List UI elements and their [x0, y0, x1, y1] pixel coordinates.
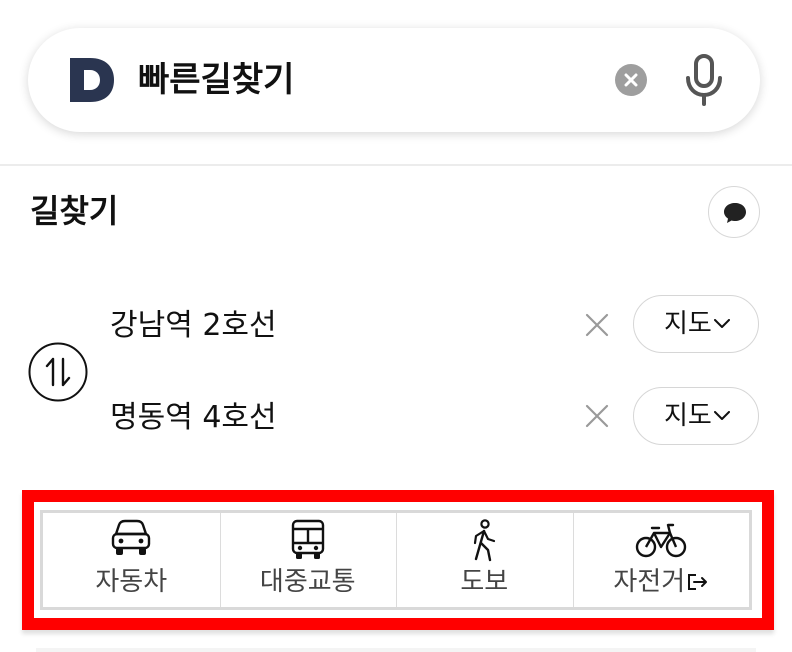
chevron-down-icon	[714, 411, 730, 420]
chevron-down-icon	[714, 319, 730, 328]
tab-bicycle[interactable]: 자전거	[572, 513, 750, 607]
tab-car[interactable]: 자동차	[43, 513, 220, 607]
tab-public-transit[interactable]: 대중교통	[219, 513, 397, 607]
tab-public-transit-label: 대중교통	[259, 567, 356, 597]
car-icon	[112, 519, 151, 555]
tab-bicycle-label: 자전거	[613, 567, 686, 597]
clear-origin-icon[interactable]	[584, 312, 610, 338]
bicycle-icon	[635, 523, 686, 558]
external-link-icon	[688, 574, 708, 590]
transport-mode-highlight: 자동차 대중교통 도보 자전거	[22, 490, 774, 630]
next-section-edge	[36, 648, 756, 652]
origin-map-button[interactable]: 지도	[633, 295, 759, 353]
map-button-label: 지도	[664, 401, 712, 431]
tab-car-label: 자동차	[95, 567, 168, 597]
speech-bubble-icon	[724, 203, 746, 223]
clear-destination-icon[interactable]	[584, 403, 610, 429]
clear-search-icon[interactable]	[614, 63, 648, 97]
microphone-icon[interactable]	[684, 54, 724, 106]
search-bar[interactable]: 빠른길찾기	[28, 28, 760, 132]
destination-field[interactable]: 명동역 4호선	[110, 398, 277, 438]
origin-field[interactable]: 강남역 2호선	[110, 306, 277, 346]
header-divider	[0, 164, 792, 166]
search-query-text[interactable]: 빠른길찾기	[138, 56, 294, 104]
tab-bicycle-label-wrap: 자전거	[573, 565, 750, 599]
walk-icon	[474, 519, 496, 562]
transport-mode-tabs: 자동차 대중교통 도보 자전거	[40, 510, 752, 610]
daum-logo-icon	[70, 58, 114, 102]
tab-walk-label: 도보	[460, 567, 509, 597]
section-title: 길찾기	[30, 192, 119, 230]
map-button-label: 지도	[664, 309, 712, 339]
bus-icon	[291, 519, 324, 559]
destination-map-button[interactable]: 지도	[633, 387, 759, 445]
tab-walk[interactable]: 도보	[396, 513, 573, 607]
swap-arrows-icon[interactable]	[28, 342, 88, 402]
feedback-button[interactable]	[708, 186, 760, 238]
